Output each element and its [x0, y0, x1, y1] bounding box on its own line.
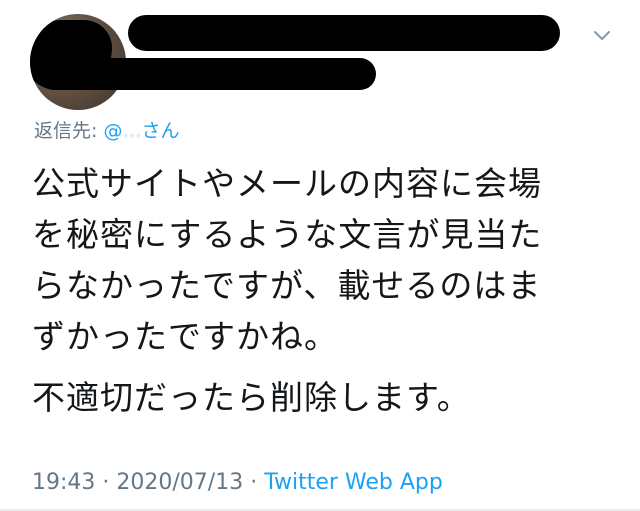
meta-separator: · [243, 470, 265, 495]
display-name-redaction [128, 15, 560, 51]
tweet-date[interactable]: 2020/07/13 [116, 470, 243, 495]
tweet-meta: 19:43 · 2020/07/13 · Twitter Web App [32, 470, 443, 495]
tweet-paragraph-2: 不適切だったら削除します。 [32, 378, 471, 417]
reply-to-handle[interactable]: @…さん [103, 120, 179, 142]
tweet-source-link[interactable]: Twitter Web App [264, 470, 443, 495]
reply-to-line: 返信先: @…さん [34, 116, 179, 143]
tweet-line: らなかったですが、載せるのはま [32, 266, 542, 305]
chevron-down-icon[interactable] [593, 30, 611, 42]
tweet-time[interactable]: 19:43 [32, 470, 95, 495]
meta-separator: · [95, 470, 117, 495]
username-redaction [38, 58, 376, 90]
tweet-line: ずかったですかね。 [32, 317, 338, 356]
tweet-paragraph-1: 公式サイトやメールの内容に会場 を秘密にするような文言が見当た らなかったですが… [32, 158, 622, 362]
reply-handle-at: @ [103, 120, 123, 142]
reply-handle-suffix: さん [141, 120, 180, 142]
tweet-line: 公式サイトやメールの内容に会場 [32, 164, 542, 203]
tweet-line: を秘密にするような文言が見当た [32, 215, 543, 254]
reply-handle-obscured: … [122, 120, 142, 142]
tweet-text: 公式サイトやメールの内容に会場 を秘密にするような文言が見当た らなかったですが… [32, 158, 622, 423]
reply-to-label: 返信先: [34, 120, 104, 142]
